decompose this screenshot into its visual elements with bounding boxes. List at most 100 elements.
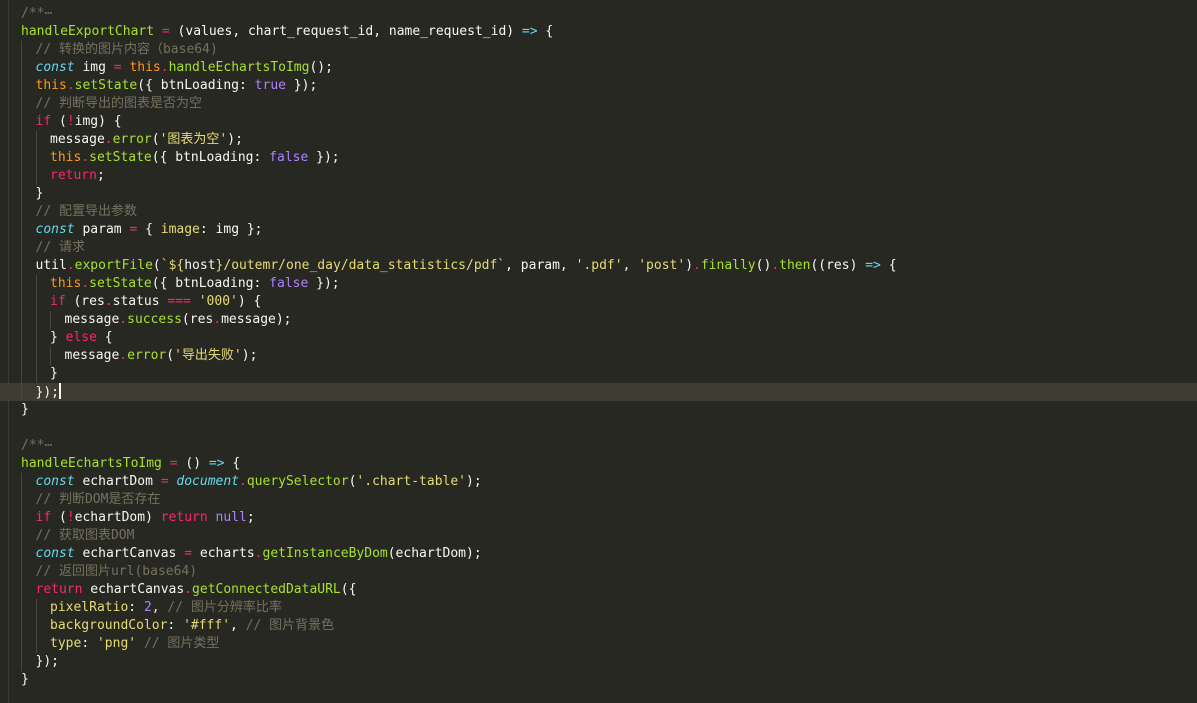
code-token: (res bbox=[65, 294, 105, 309]
line-code: } bbox=[21, 671, 29, 689]
indent-guide bbox=[21, 383, 22, 401]
indent-guide bbox=[21, 365, 22, 383]
line-code: } else { bbox=[50, 329, 113, 347]
code-line[interactable]: if (!echartDom) return null; bbox=[0, 509, 1197, 527]
code-token: ({ bbox=[340, 582, 357, 597]
code-token: . bbox=[213, 312, 222, 327]
code-token: message); bbox=[221, 312, 292, 327]
line-code: message.success(res.message); bbox=[65, 311, 292, 329]
code-token: this bbox=[50, 276, 82, 291]
indent-guide bbox=[21, 95, 22, 113]
fold-ellipsis-icon[interactable]: ⋯ bbox=[44, 6, 52, 21]
code-token: (echartDom); bbox=[387, 546, 482, 561]
line-code: // 配置导出参数 bbox=[36, 203, 137, 221]
code-line[interactable]: } bbox=[0, 401, 1197, 419]
code-line[interactable]: this.setState({ btnLoading: false }); bbox=[0, 275, 1197, 293]
line-code: if (!echartDom) return null; bbox=[36, 509, 255, 527]
indent-guide bbox=[35, 311, 37, 329]
indent-guide bbox=[50, 311, 51, 329]
code-line[interactable]: this.setState({ btnLoading: false }); bbox=[0, 149, 1197, 167]
code-line[interactable] bbox=[0, 419, 1197, 437]
code-line[interactable]: } bbox=[0, 671, 1197, 689]
code-line[interactable]: // 判断DOM是否存在 bbox=[0, 491, 1197, 509]
code-token: // 转换的图片内容（base64) bbox=[35, 42, 218, 57]
code-line[interactable]: // 请求 bbox=[0, 239, 1197, 257]
code-line[interactable]: type: 'png' // 图片类型 bbox=[0, 635, 1197, 653]
code-line[interactable]: const param = { image: img }; bbox=[0, 221, 1197, 239]
code-line[interactable]: return echartCanvas.getConnectedDataURL(… bbox=[0, 581, 1197, 599]
code-token: '000' bbox=[198, 294, 238, 309]
code-token: (); bbox=[309, 60, 333, 75]
code-line[interactable]: const echartCanvas = echarts.getInstance… bbox=[0, 545, 1197, 563]
code-line[interactable]: message.error('导出失败'); bbox=[0, 347, 1197, 365]
indent-guide bbox=[21, 149, 22, 167]
indent-guide bbox=[21, 185, 22, 203]
code-token: ! bbox=[66, 510, 75, 525]
code-token: . bbox=[160, 60, 169, 75]
code-token: // 请求 bbox=[35, 240, 85, 255]
code-line[interactable]: util.exportFile(`${host}/outemr/one_day/… bbox=[0, 257, 1197, 275]
code-line[interactable]: }); bbox=[0, 653, 1197, 671]
line-code: // 请求 bbox=[36, 239, 85, 257]
indent-guide bbox=[21, 113, 22, 131]
code-token: } bbox=[21, 672, 29, 687]
line-code: type: 'png' // 图片类型 bbox=[50, 635, 219, 653]
code-token: querySelector bbox=[246, 474, 349, 489]
code-line[interactable]: // 判断导出的图表是否为空 bbox=[0, 95, 1197, 113]
code-line[interactable]: // 配置导出参数 bbox=[0, 203, 1197, 221]
code-line[interactable]: /**⋯ bbox=[0, 437, 1197, 455]
code-token: handleEchartsToImg bbox=[21, 456, 162, 471]
fold-ellipsis-icon[interactable]: ⋯ bbox=[44, 438, 52, 453]
code-line[interactable]: handleExportChart = (values, chart_reque… bbox=[0, 23, 1197, 41]
indent-guide bbox=[35, 293, 37, 311]
code-token: () bbox=[177, 456, 209, 471]
indent-guide bbox=[21, 599, 22, 617]
code-token: setState bbox=[74, 78, 138, 93]
code-token: getConnectedDataURL bbox=[192, 582, 341, 597]
code-token: ( bbox=[51, 114, 67, 129]
indent-guide bbox=[21, 203, 22, 221]
code-token: // 图片类型 bbox=[143, 636, 220, 651]
indent-guide bbox=[21, 167, 22, 185]
code-line[interactable]: message.success(res.message); bbox=[0, 311, 1197, 329]
line-code: const param = { image: img }; bbox=[36, 221, 263, 239]
code-token: { bbox=[224, 456, 241, 471]
line-code: } bbox=[21, 401, 29, 419]
code-line[interactable]: } bbox=[0, 365, 1197, 383]
code-line-active[interactable]: }); bbox=[0, 383, 1197, 401]
code-token: , bbox=[151, 600, 168, 615]
code-line[interactable]: } else { bbox=[0, 329, 1197, 347]
code-token: 'post' bbox=[638, 258, 686, 273]
code-line[interactable]: /**⋯ bbox=[0, 5, 1197, 23]
code-editor[interactable]: /**⋯ handleExportChart = (values, chart_r… bbox=[0, 0, 1197, 703]
code-line[interactable]: } bbox=[0, 185, 1197, 203]
indent-guide bbox=[35, 149, 37, 167]
code-line[interactable]: // 返回图片url(base64) bbox=[0, 563, 1197, 581]
code-token: '.chart-table' bbox=[356, 474, 466, 489]
indent-guide bbox=[35, 599, 37, 617]
code-token: host bbox=[184, 258, 216, 273]
code-token: param bbox=[74, 222, 130, 237]
code-line[interactable]: handleEchartsToImg = () => { bbox=[0, 455, 1197, 473]
code-line[interactable]: if (res.status === '000') { bbox=[0, 293, 1197, 311]
code-line[interactable]: backgroundColor: '#fff', // 图片背景色 bbox=[0, 617, 1197, 635]
code-token: }); bbox=[285, 78, 318, 93]
code-token: === bbox=[167, 294, 191, 309]
code-token: return bbox=[50, 168, 97, 183]
code-line[interactable]: const echartDom = document.querySelector… bbox=[0, 473, 1197, 491]
code-line[interactable]: this.setState({ btnLoading: true }); bbox=[0, 77, 1197, 95]
code-line[interactable]: if (!img) { bbox=[0, 113, 1197, 131]
line-code: // 判断导出的图表是否为空 bbox=[36, 95, 202, 113]
code-line[interactable]: message.error('图表为空'); bbox=[0, 131, 1197, 149]
code-token: false bbox=[269, 276, 309, 291]
code-line[interactable]: pixelRatio: 2, // 图片分辨率比率 bbox=[0, 599, 1197, 617]
indent-guide bbox=[21, 509, 22, 527]
code-token: => bbox=[521, 24, 538, 39]
code-line[interactable]: // 转换的图片内容（base64) bbox=[0, 41, 1197, 59]
code-token: . bbox=[771, 258, 780, 273]
code-token: document bbox=[176, 474, 240, 489]
code-line[interactable]: // 获取图表DOM bbox=[0, 527, 1197, 545]
code-line[interactable]: const img = this.handleEchartsToImg(); bbox=[0, 59, 1197, 77]
code-line[interactable]: return; bbox=[0, 167, 1197, 185]
